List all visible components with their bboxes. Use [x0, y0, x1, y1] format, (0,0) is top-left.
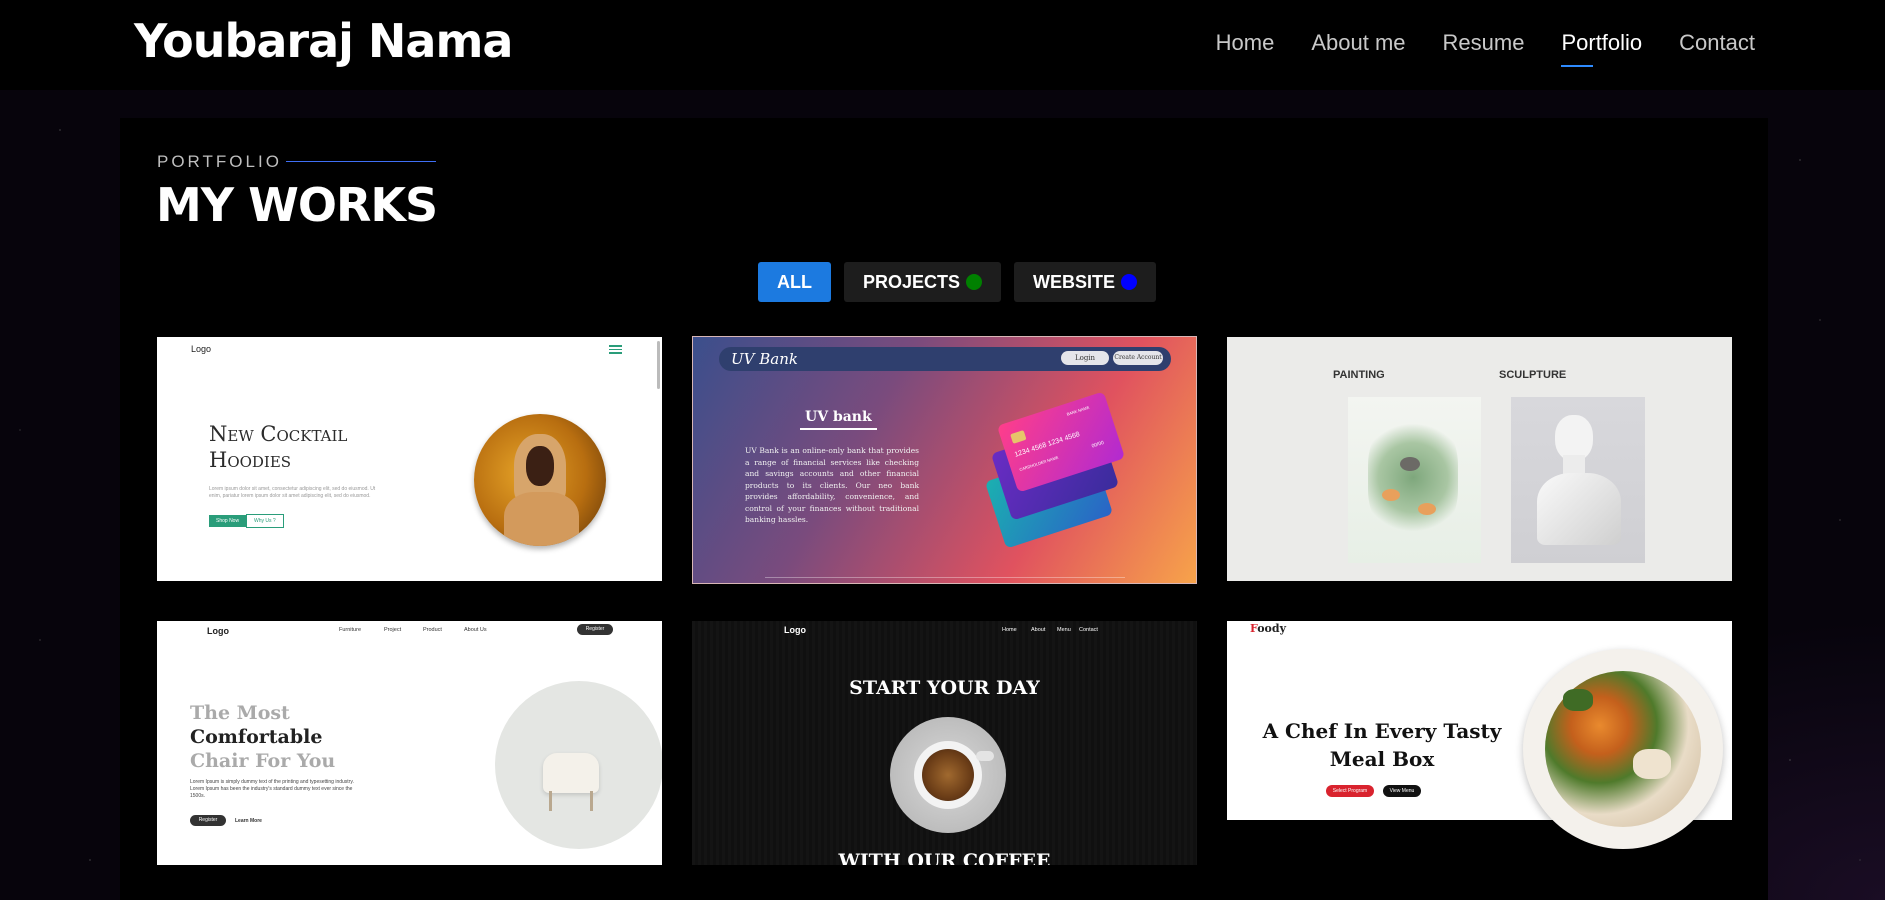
card-holder-name: CARDHOLDER NAME [1018, 454, 1059, 473]
uvbank-login-button[interactable]: Login [1061, 351, 1109, 365]
coffee-logo: Logo [784, 625, 806, 635]
nav-home[interactable]: Home [1216, 30, 1275, 56]
painting-image [1348, 397, 1481, 563]
food-plate-image [1523, 649, 1723, 849]
main-nav: Home About me Resume Portfolio Contact [1216, 30, 1755, 67]
filter-all-button[interactable]: ALL [758, 262, 831, 302]
filter-projects-label: PROJECTS [863, 271, 961, 292]
nav-resume[interactable]: Resume [1443, 30, 1525, 56]
green-dot-icon [966, 274, 983, 290]
chair-register-button[interactable]: Register [190, 815, 226, 826]
portfolio-card-coffee[interactable]: Logo Home About Menu Contact START YOUR … [692, 621, 1197, 865]
uvbank-brand: UV Bank [731, 350, 798, 368]
coffee-nav-about[interactable]: About [1031, 627, 1045, 633]
card-chip-icon [1010, 430, 1027, 444]
chair-nav-about[interactable]: About Us [464, 627, 487, 633]
portfolio-card-chair[interactable]: Logo Furniture Project Product About Us … [157, 621, 662, 865]
foody-logo: Foody [1250, 622, 1286, 635]
coffee-heading-bottom: WITH OUR COFFEE [838, 850, 1051, 865]
nav-portfolio[interactable]: Portfolio [1561, 30, 1642, 67]
hoodies-logo: Logo [191, 344, 212, 354]
nav-contact[interactable]: Contact [1679, 30, 1755, 56]
foody-heading: A Chef In Every Tasty Meal Box [1262, 719, 1502, 771]
filter-website-button[interactable]: WEBSITE [1014, 262, 1157, 302]
hoodie-person-image [474, 414, 606, 546]
site-header: Youbaraj Nama Home About me Resume Portf… [0, 0, 1885, 90]
nav-about[interactable]: About me [1311, 30, 1405, 56]
section-label: PORTFOLIO [157, 152, 282, 171]
portfolio-card-hoodies[interactable]: Logo New Cocktail Hoodies Lorem ipsum do… [157, 337, 662, 581]
hamburger-menu-icon [609, 345, 622, 354]
hoodies-text: Lorem ipsum dolor sit amet, consectetur … [209, 486, 376, 499]
chair-heading-line2: Comfortable [190, 726, 323, 748]
art-label-sculpture: SCULPTURE [1499, 369, 1567, 381]
foody-view-menu-button[interactable]: View Menu [1383, 785, 1421, 797]
site-brand[interactable]: Youbaraj Nama [134, 14, 513, 68]
coffee-nav-menu[interactable]: Menu [1057, 627, 1071, 633]
chair-image-circle [495, 681, 662, 849]
card-bank-name: BANK NAME [1065, 404, 1090, 417]
chair-logo: Logo [207, 626, 229, 636]
art-label-painting: PAINTING [1333, 369, 1385, 381]
section-label-line [286, 161, 436, 162]
uvbank-create-button[interactable]: Create Account [1113, 351, 1163, 365]
filter-bar: ALL PROJECTS WEBSITE [758, 262, 1157, 302]
hoodies-why-button[interactable]: Why Us ? [246, 514, 284, 528]
page-title: MY WORKS [156, 178, 438, 232]
foody-logo-rest: oody [1257, 622, 1286, 635]
chair-register-nav-button[interactable]: Register [577, 624, 613, 635]
coffee-cup-image [890, 717, 1006, 833]
filter-website-label: WEBSITE [1033, 271, 1116, 292]
uvbank-divider [765, 577, 1125, 578]
chair-learn-more-link[interactable]: Learn More [235, 818, 262, 824]
blue-dot-icon [1121, 274, 1138, 290]
portfolio-section: PORTFOLIO MY WORKS ALL PROJECTS WEBSITE … [120, 118, 1768, 900]
hoodies-heading-line1: New Cocktail [209, 422, 348, 446]
hoodies-heading: New Cocktail Hoodies [209, 421, 347, 473]
portfolio-card-foody[interactable]: Foody A Chef In Every Tasty Meal Box Sel… [1227, 621, 1732, 865]
scrollbar-thumb [657, 341, 660, 389]
chair-heading: The Most Comfortable Chair For You [190, 701, 335, 773]
hoodies-heading-line2: Hoodies [209, 448, 292, 472]
uvbank-text: UV Bank is an online-only bank that prov… [745, 446, 919, 524]
foody-select-program-button[interactable]: Select Program [1326, 785, 1374, 797]
portfolio-card-uvbank[interactable]: UV Bank Login Create Account UV bank UV … [692, 336, 1197, 584]
coffee-nav-home[interactable]: Home [1002, 627, 1017, 633]
chair-text: Lorem Ipsum is simply dummy text of the … [190, 779, 354, 799]
filter-all-label: ALL [777, 271, 812, 292]
chair-heading-line3: Chair For You [190, 750, 336, 772]
uvbank-heading: UV bank [800, 409, 877, 430]
uvbank-navbar: UV Bank Login Create Account [719, 347, 1171, 371]
coffee-heading-top: START YOUR DAY [849, 677, 1040, 699]
hoodies-shop-button[interactable]: Shop Now [209, 515, 247, 527]
portfolio-card-art[interactable]: PAINTING SCULPTURE [1227, 337, 1732, 581]
sculpture-image [1511, 397, 1645, 563]
filter-projects-button[interactable]: PROJECTS [844, 262, 1002, 302]
chair-nav-project[interactable]: Project [384, 627, 401, 633]
coffee-nav-contact[interactable]: Contact [1079, 627, 1098, 633]
card-expiry: 00/00 [1091, 439, 1105, 450]
chair-image [543, 753, 599, 793]
chair-heading-line1: The Most [190, 702, 290, 724]
chair-nav-furniture[interactable]: Furniture [339, 627, 361, 633]
chair-nav-product[interactable]: Product [423, 627, 442, 633]
